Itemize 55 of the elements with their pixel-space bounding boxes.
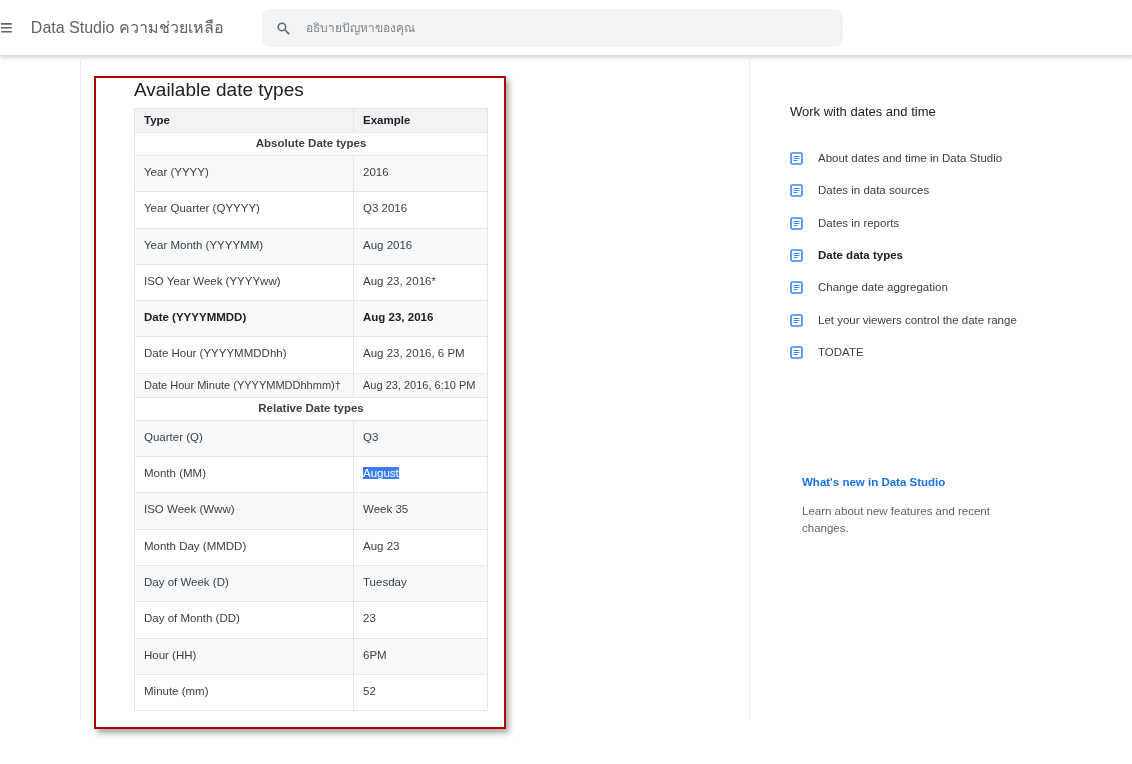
table-cell: Month (MM)	[134, 456, 354, 493]
document-icon	[790, 152, 803, 166]
table-cell: Aug 23, 2016, 6:10 PM	[353, 373, 488, 398]
document-icon	[790, 313, 803, 327]
table-cell: Date Hour (YYYYMMDDhh)	[134, 337, 354, 374]
sidebar-title: Work with dates and time	[790, 103, 937, 121]
table-cell: Aug 23, 2016	[353, 300, 488, 337]
promo-description: Learn about new features and recent changes.	[802, 503, 991, 536]
table-cell: Aug 2016	[353, 228, 488, 265]
search-field[interactable]: อธิบายปัญหาของคุณ	[261, 8, 843, 47]
table-cell: 52	[353, 674, 488, 711]
table-cell: ISO Year Week (YYYYww)	[134, 264, 354, 301]
table-cell: Hour (HH)	[134, 638, 354, 675]
promo-link[interactable]: What's new in Data Studio	[802, 475, 946, 488]
table-cell: Month Day (MMDD)	[134, 529, 354, 566]
selected-text: August	[363, 467, 399, 480]
table-cell: Date Hour Minute (YYYYMMDDhhmm)†	[134, 373, 354, 398]
table-cell: Day of Month (DD)	[134, 601, 354, 639]
table-cell: Year Month (YYYYMM)	[134, 228, 354, 265]
menu-button[interactable]: ≡	[0, 16, 13, 39]
sidebar-link[interactable]: About dates and time in Data Studio	[790, 142, 1090, 175]
document-icon	[790, 249, 803, 263]
table-cell: Minute (mm)	[134, 674, 354, 711]
sidebar-link[interactable]: Dates in reports	[790, 207, 1090, 240]
sidebar-link[interactable]: Dates in data sources	[790, 174, 1090, 208]
table-cell: Date (YYYYMMDD)	[134, 300, 354, 337]
table-cell: Aug 23	[353, 529, 488, 566]
table-cell: 6PM	[353, 638, 488, 675]
table-cell: Tuesday	[353, 565, 488, 602]
table-cell: 23	[353, 601, 488, 639]
table-cell: Year (YYYY)	[134, 155, 354, 192]
document-icon	[790, 345, 803, 359]
table-cell: ISO Week (Www)	[134, 492, 354, 530]
table-cell: Week 35	[353, 492, 488, 530]
table-cell: Q3 2016	[353, 191, 488, 229]
table-cell: Quarter (Q)	[134, 420, 354, 457]
table-cell: Year Quarter (QYYYY)	[134, 191, 354, 229]
column-header: Type	[134, 108, 354, 133]
column-header: Example	[353, 108, 488, 133]
site-title: Data Studio ความช่วยเหลือ	[30, 17, 224, 38]
document-icon	[790, 184, 803, 198]
sidebar-link[interactable]: Date data types	[790, 239, 1090, 272]
table-cell: 2016	[353, 155, 488, 192]
table-cell: Aug 23, 2016*	[353, 264, 488, 301]
table-cell: Aug 23, 2016, 6 PM	[353, 337, 488, 374]
page-heading: Available date types	[134, 78, 305, 102]
document-icon	[790, 281, 803, 295]
table-cell: Q3	[353, 420, 488, 457]
document-icon	[790, 216, 803, 230]
section-header: Relative Date types	[134, 397, 488, 421]
sidebar-link[interactable]: TODATE	[790, 336, 1090, 369]
table-cell: Day of Week (D)	[134, 565, 354, 602]
sidebar-link[interactable]: Let your viewers control the date range	[790, 304, 1090, 337]
sidebar-link[interactable]: Change date aggregation	[790, 271, 1090, 304]
section-header: Absolute Date types	[134, 132, 488, 156]
